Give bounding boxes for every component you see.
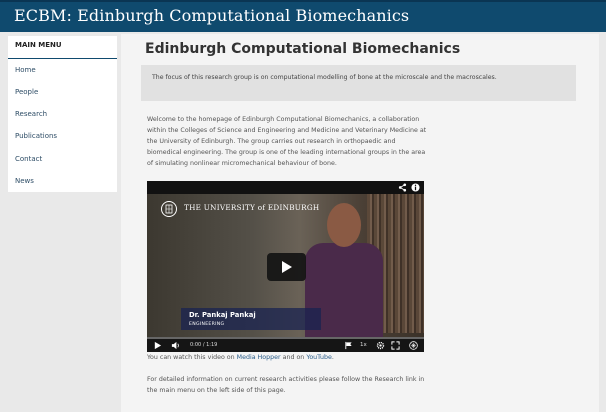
- menu-item-home[interactable]: Home: [15, 66, 36, 74]
- play-button[interactable]: [267, 253, 306, 281]
- playback-speed[interactable]: 1x: [360, 342, 367, 348]
- university-logo-text: THE UNIVERSITY of EDINBURGH: [184, 203, 320, 212]
- main-content: Edinburgh Computational Biomechanics The…: [121, 34, 599, 412]
- watch-middle: and on: [280, 354, 307, 361]
- menu-item-news[interactable]: News: [15, 177, 34, 185]
- settings-gear-icon[interactable]: [376, 341, 385, 350]
- site-title[interactable]: ECBM: Edinburgh Computational Biomechani…: [14, 6, 409, 25]
- youtube-link[interactable]: YouTube: [306, 354, 332, 361]
- intro-box: The focus of this research group is on c…: [141, 65, 576, 101]
- watch-prefix: You can watch this video on: [147, 354, 237, 361]
- menu-item-people[interactable]: People: [15, 88, 38, 96]
- page-title: Edinburgh Computational Biomechanics: [145, 41, 461, 57]
- menu-divider: [8, 58, 117, 59]
- intro-text: The focus of this research group is on c…: [152, 74, 497, 81]
- main-menu-title: MAIN MENU: [15, 41, 62, 49]
- fullscreen-icon[interactable]: [391, 341, 400, 350]
- media-hopper-logo-icon[interactable]: [409, 341, 418, 350]
- video-top-bar: [147, 181, 424, 194]
- menu-item-research[interactable]: Research: [15, 110, 47, 118]
- detail-line: the main menu on the left side of this p…: [147, 387, 286, 394]
- watch-line: You can watch this video on Media Hopper…: [147, 354, 334, 361]
- menu-item-contact[interactable]: Contact: [15, 155, 42, 163]
- welcome-line: the University of Edinburgh. The group c…: [147, 138, 396, 145]
- caption-department: ENGINEERING: [189, 322, 225, 327]
- video-caption: Dr. Pankaj Pankaj ENGINEERING: [181, 308, 321, 330]
- play-icon: [282, 261, 292, 273]
- site-header: ECBM: Edinburgh Computational Biomechani…: [0, 0, 606, 32]
- detail-line: For detailed information on current rese…: [147, 376, 425, 383]
- watch-suffix: .: [331, 354, 334, 361]
- caption-name: Dr. Pankaj Pankaj: [189, 311, 256, 319]
- share-icon[interactable]: [398, 183, 407, 192]
- play-icon[interactable]: [153, 341, 162, 350]
- welcome-line: biomedical engineering. The group is one…: [147, 149, 426, 156]
- info-icon[interactable]: [411, 183, 420, 192]
- welcome-line: within the Colleges of Science and Engin…: [147, 127, 427, 134]
- video-time: 0:00 / 1:19: [190, 342, 218, 348]
- main-menu: MAIN MENU Home People Research Publicati…: [8, 36, 117, 192]
- flag-icon[interactable]: [344, 341, 353, 350]
- menu-item-publications[interactable]: Publications: [15, 132, 57, 140]
- university-crest-icon: [161, 201, 177, 217]
- volume-icon[interactable]: [171, 341, 180, 350]
- welcome-line: Welcome to the homepage of Edinburgh Com…: [147, 116, 420, 123]
- video-controls: 0:00 / 1:19 1x: [147, 339, 424, 352]
- video-speaker-head: [327, 203, 361, 247]
- video-player[interactable]: THE UNIVERSITY of EDINBURGH Dr. Pankaj P…: [147, 181, 424, 352]
- welcome-line: of simulating nonlinear micromechanical …: [147, 160, 337, 167]
- media-hopper-link[interactable]: Media Hopper: [237, 354, 281, 361]
